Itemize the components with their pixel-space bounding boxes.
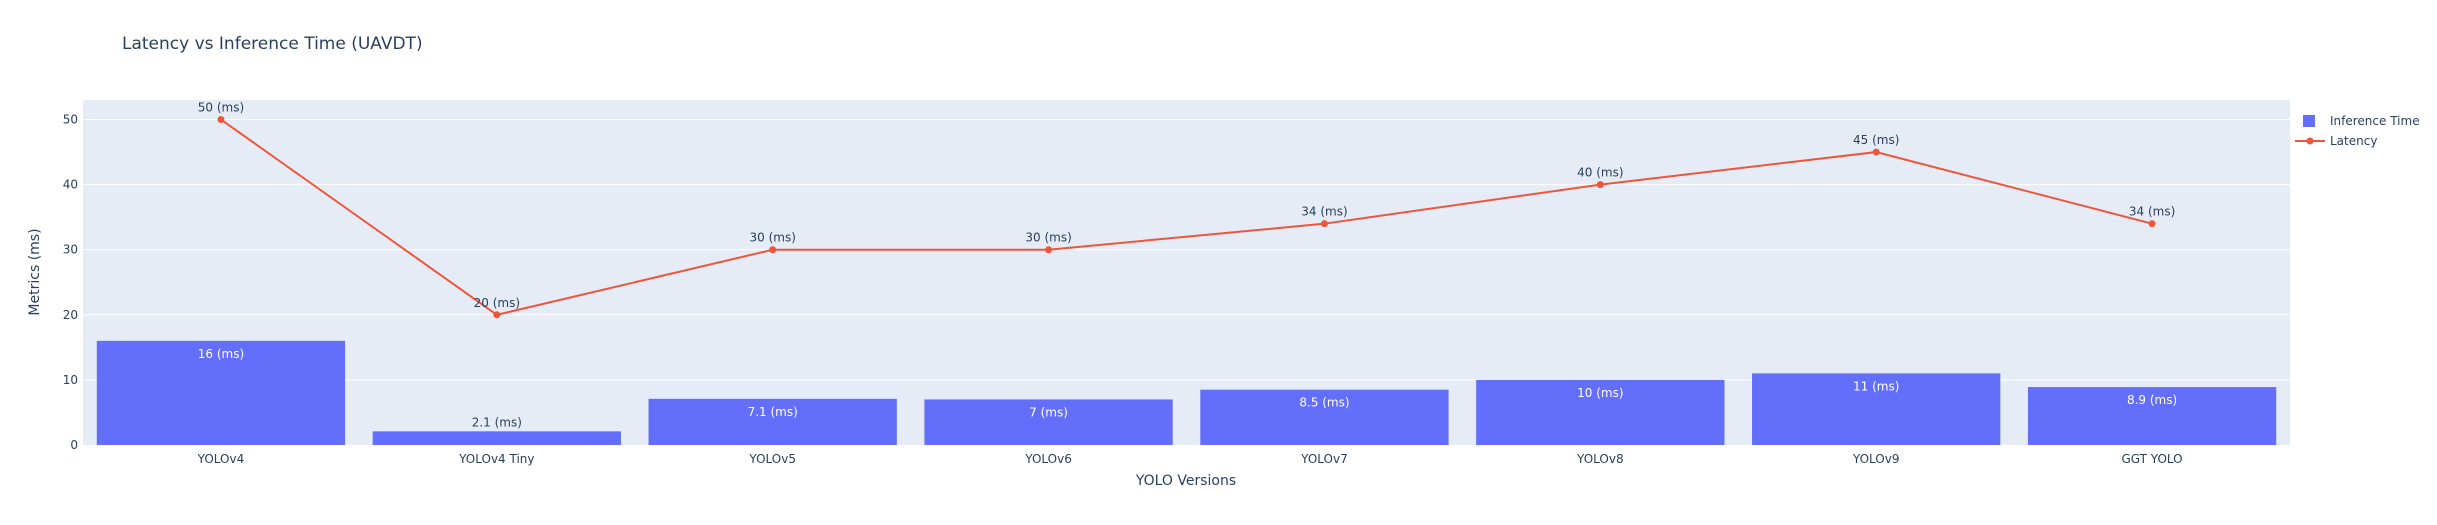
bar-1: [372, 431, 621, 445]
line-point-7: [2148, 220, 2156, 228]
chart-title: Latency vs Inference Time (UAVDT): [122, 34, 423, 54]
line-point-0: [217, 116, 225, 124]
x-tick-label-3: YOLOv6: [1024, 452, 1072, 466]
bar-label-6: 11 (ms): [1853, 379, 1899, 393]
y-tick-label-3: 30: [63, 243, 78, 257]
x-tick-label-0: YOLOv4: [197, 452, 245, 466]
line-point-2: [769, 246, 777, 254]
x-tick-label-1: YOLOv4 Tiny: [458, 452, 534, 466]
line-point-5: [1596, 181, 1604, 189]
bar-label-1: 2.1 (ms): [472, 415, 522, 429]
x-axis-title: YOLO Versions: [1135, 473, 1236, 489]
chart-svg: Latency vs Inference Time (UAVDT) 0 10 20 3…: [27, 34, 2420, 489]
line-point-3: [1045, 246, 1053, 254]
bar-label-7: 8.9 (ms): [2127, 393, 2177, 407]
bar-label-5: 10 (ms): [1577, 386, 1623, 400]
line-label-2: 30 (ms): [749, 231, 795, 245]
line-point-4: [1320, 220, 1328, 228]
bar-label-4: 8.5 (ms): [1299, 396, 1349, 410]
line-label-6: 45 (ms): [1853, 133, 1899, 147]
x-tick-label-4: YOLOv7: [1300, 452, 1348, 466]
y-axis-ticks: 0 10 20 30 40 50: [63, 113, 78, 452]
y-tick-label-2: 20: [63, 308, 78, 322]
x-tick-label-5: YOLOv8: [1576, 452, 1624, 466]
y-axis-title: Metrics (ms): [27, 228, 43, 315]
y-tick-label-1: 10: [63, 373, 78, 387]
legend-label-inference: Inference Time: [2330, 114, 2420, 128]
line-label-1: 20 (ms): [474, 296, 520, 310]
x-tick-label-7: GGT YOLO: [2121, 452, 2182, 466]
bar-label-0: 16 (ms): [198, 347, 244, 361]
y-tick-label-4: 40: [63, 178, 78, 192]
line-point-1: [493, 311, 501, 319]
line-label-3: 30 (ms): [1025, 231, 1071, 245]
line-point-6: [1872, 148, 1880, 156]
legend-marker-latency: [2306, 137, 2314, 145]
x-axis-ticks: YOLOv4 YOLOv4 Tiny YOLOv5 YOLOv6 YOLOv7 YOLOv…: [197, 452, 2183, 466]
bar-label-3: 7 (ms): [1029, 405, 1068, 419]
x-tick-label-6: YOLOv9: [1852, 452, 1900, 466]
line-label-5: 40 (ms): [1577, 166, 1623, 180]
legend-swatch-inference: [2303, 115, 2315, 127]
x-tick-label-2: YOLOv5: [748, 452, 796, 466]
y-tick-label-5: 50: [63, 113, 78, 127]
line-label-7: 34 (ms): [2129, 205, 2175, 219]
line-label-0: 50 (ms): [198, 101, 244, 115]
line-label-4: 34 (ms): [1301, 205, 1347, 219]
bar-label-2: 7.1 (ms): [748, 405, 798, 419]
legend: Inference Time Latency: [2295, 114, 2420, 148]
legend-label-latency: Latency: [2330, 134, 2377, 148]
y-tick-label-0: 0: [70, 438, 78, 452]
